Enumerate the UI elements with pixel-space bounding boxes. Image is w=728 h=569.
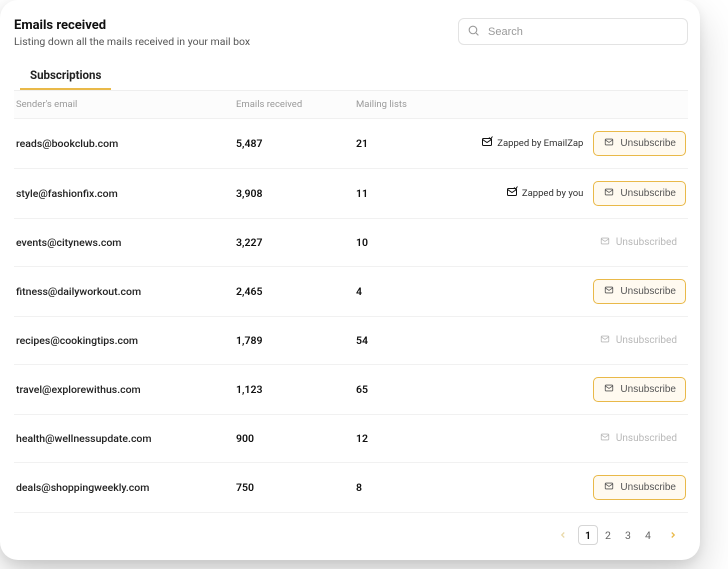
emails-received-count: 1,789 bbox=[236, 334, 356, 347]
mailing-lists-count: 12 bbox=[356, 432, 476, 445]
page-4[interactable]: 4 bbox=[638, 525, 658, 545]
sender-email: style@fashionfix.com bbox=[16, 187, 236, 200]
emails-received-count: 1,123 bbox=[236, 383, 356, 396]
unsubscribed-label: Unsubscribed bbox=[616, 335, 677, 346]
emails-received-count: 5,487 bbox=[236, 137, 356, 150]
mailing-lists-count: 8 bbox=[356, 481, 476, 494]
search-box[interactable] bbox=[458, 18, 688, 45]
row-actions: Zapped by EmailZap Unsubscribe bbox=[476, 131, 686, 156]
col-sender: Sender's email bbox=[16, 99, 236, 110]
mailing-lists-count: 10 bbox=[356, 236, 476, 249]
col-emails: Emails received bbox=[236, 99, 356, 110]
unsubscribe-button[interactable]: Unsubscribe bbox=[593, 279, 686, 304]
unsubscribe-button[interactable]: Unsubscribe bbox=[593, 377, 686, 402]
envelope-check-icon bbox=[506, 186, 518, 201]
page-1[interactable]: 1 bbox=[578, 525, 598, 545]
app-card: Emails received Listing down all the mai… bbox=[0, 0, 700, 560]
pagination: 1234 bbox=[14, 513, 688, 555]
table-row: reads@bookclub.com5,48721Zapped by Email… bbox=[14, 119, 688, 169]
page-subtitle: Listing down all the mails received in y… bbox=[14, 35, 250, 48]
sender-email: travel@explorewithus.com bbox=[16, 383, 236, 396]
unsubscribe-label: Unsubscribe bbox=[620, 138, 676, 149]
table-row: recipes@cookingtips.com1,78954 Unsubscrib… bbox=[14, 317, 688, 365]
zapped-by-emailzap-badge: Zapped by EmailZap bbox=[481, 136, 583, 151]
zapped-label: Zapped by you bbox=[522, 188, 584, 199]
envelope-icon bbox=[603, 383, 615, 396]
mailing-lists-count: 54 bbox=[356, 334, 476, 347]
unsubscribe-label: Unsubscribe bbox=[620, 188, 676, 199]
table-row: deals@shoppingweekly.com7508 Unsubscribe bbox=[14, 463, 688, 513]
page-prev[interactable] bbox=[554, 526, 572, 544]
envelope-icon bbox=[603, 137, 615, 150]
unsubscribe-label: Unsubscribe bbox=[620, 286, 676, 297]
envelope-icon bbox=[599, 432, 611, 445]
mailing-lists-count: 11 bbox=[356, 187, 476, 200]
header: Emails received Listing down all the mai… bbox=[14, 18, 688, 48]
page-3[interactable]: 3 bbox=[618, 525, 638, 545]
sender-email: events@citynews.com bbox=[16, 236, 236, 249]
unsubscribed-status: Unsubscribed bbox=[590, 427, 686, 450]
mailing-lists-count: 65 bbox=[356, 383, 476, 396]
envelope-icon bbox=[599, 334, 611, 347]
envelope-icon bbox=[603, 481, 615, 494]
mailing-lists-count: 4 bbox=[356, 285, 476, 298]
table-row: health@wellnessupdate.com90012 Unsubscrib… bbox=[14, 415, 688, 463]
row-actions: Zapped by you Unsubscribe bbox=[476, 181, 686, 206]
emails-received-count: 900 bbox=[236, 432, 356, 445]
sender-email: deals@shoppingweekly.com bbox=[16, 481, 236, 494]
emails-received-count: 3,908 bbox=[236, 187, 356, 200]
table-row: events@citynews.com3,22710 Unsubscribed bbox=[14, 219, 688, 267]
row-actions: Unsubscribe bbox=[476, 377, 686, 402]
sender-email: reads@bookclub.com bbox=[16, 137, 236, 150]
page-next[interactable] bbox=[664, 526, 682, 544]
emails-received-count: 3,227 bbox=[236, 236, 356, 249]
tabs: Subscriptions bbox=[14, 62, 688, 91]
zapped-by-you-badge: Zapped by you bbox=[506, 186, 584, 201]
emails-received-count: 750 bbox=[236, 481, 356, 494]
row-actions: Unsubscribe bbox=[476, 279, 686, 304]
mailing-lists-count: 21 bbox=[356, 137, 476, 150]
unsubscribe-label: Unsubscribe bbox=[620, 482, 676, 493]
tab-subscriptions[interactable]: Subscriptions bbox=[20, 62, 111, 90]
table-header: Sender's email Emails received Mailing l… bbox=[14, 91, 688, 119]
unsubscribed-status: Unsubscribed bbox=[590, 329, 686, 352]
row-actions: Unsubscribe bbox=[476, 475, 686, 500]
col-lists: Mailing lists bbox=[356, 99, 476, 110]
unsubscribed-status: Unsubscribed bbox=[590, 231, 686, 254]
title-block: Emails received Listing down all the mai… bbox=[14, 18, 250, 48]
search-icon bbox=[467, 22, 480, 41]
sender-email: health@wellnessupdate.com bbox=[16, 432, 236, 445]
unsubscribe-button[interactable]: Unsubscribe bbox=[593, 475, 686, 500]
sender-email: recipes@cookingtips.com bbox=[16, 334, 236, 347]
table-row: style@fashionfix.com3,90811Zapped by you… bbox=[14, 169, 688, 219]
unsubscribe-button[interactable]: Unsubscribe bbox=[593, 131, 686, 156]
page-title: Emails received bbox=[14, 18, 250, 33]
envelope-check-icon bbox=[481, 136, 493, 151]
row-actions: Unsubscribed bbox=[476, 329, 686, 352]
row-actions: Unsubscribed bbox=[476, 427, 686, 450]
unsubscribed-label: Unsubscribed bbox=[616, 433, 677, 444]
row-actions: Unsubscribed bbox=[476, 231, 686, 254]
search-input[interactable] bbox=[486, 25, 679, 39]
unsubscribe-label: Unsubscribe bbox=[620, 384, 676, 395]
envelope-icon bbox=[603, 285, 615, 298]
table-row: fitness@dailyworkout.com2,4654 Unsubscrib… bbox=[14, 267, 688, 317]
sender-email: fitness@dailyworkout.com bbox=[16, 285, 236, 298]
envelope-icon bbox=[603, 187, 615, 200]
table-row: travel@explorewithus.com1,12365 Unsubscri… bbox=[14, 365, 688, 415]
unsubscribed-label: Unsubscribed bbox=[616, 237, 677, 248]
envelope-icon bbox=[599, 236, 611, 249]
page-2[interactable]: 2 bbox=[598, 525, 618, 545]
table-body: reads@bookclub.com5,48721Zapped by Email… bbox=[14, 119, 688, 513]
unsubscribe-button[interactable]: Unsubscribe bbox=[593, 181, 686, 206]
zapped-label: Zapped by EmailZap bbox=[497, 138, 583, 149]
emails-received-count: 2,465 bbox=[236, 285, 356, 298]
